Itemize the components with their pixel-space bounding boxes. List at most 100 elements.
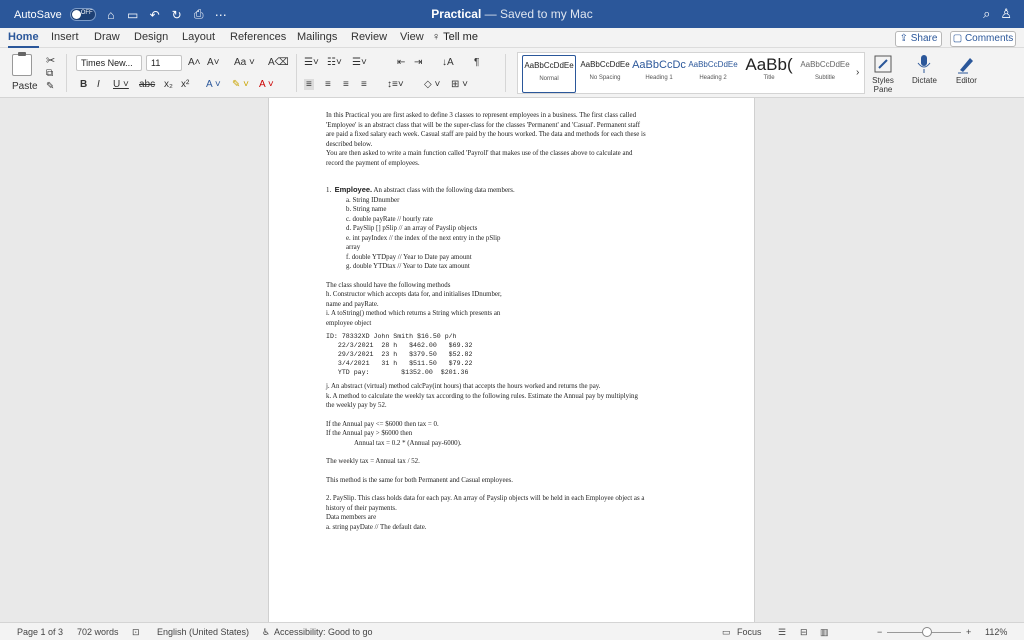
tab-design[interactable]: Design (134, 31, 168, 43)
sample-output: ID: 78332XD John Smith $16.50 p/h 22/3/2… (326, 333, 473, 376)
align-left-icon[interactable]: ≡ (304, 79, 314, 90)
home-icon[interactable]: ⌂ (104, 8, 118, 22)
styles-gallery: AaBbCcDdEe Normal AaBbCcDdEe No Spacing Aa… (517, 52, 865, 94)
tab-home[interactable]: Home (8, 31, 39, 48)
print-icon[interactable]: ⎙ (192, 7, 206, 22)
style-no-spacing[interactable]: AaBbCcDdEe No Spacing (578, 55, 632, 93)
focus-icon: ▭ (722, 627, 731, 637)
bullets-icon[interactable]: ☰˅ (304, 57, 319, 68)
decrease-indent-icon[interactable]: ⇤ (397, 57, 405, 68)
weekly-tax: The weekly tax = Annual tax / 52. (326, 458, 420, 465)
word-count[interactable]: 702 words (77, 627, 119, 637)
tab-layout[interactable]: Layout (182, 31, 215, 43)
increase-indent-icon[interactable]: ⇥ (414, 57, 422, 68)
cut-icon[interactable]: ✂ (46, 54, 55, 67)
language[interactable]: English (United States) (157, 627, 249, 637)
methods-intro: The class should have the following meth… (326, 281, 451, 289)
share-icon: ⇪ (899, 33, 911, 44)
numbering-icon[interactable]: ☷˅ (327, 57, 342, 68)
member-a: a. String IDnumber (346, 196, 400, 204)
zoom-in-icon[interactable]: + (966, 627, 971, 637)
zoom-slider-thumb[interactable] (922, 627, 932, 637)
tell-me-search[interactable]: ♀ Tell me (432, 31, 478, 43)
sort-icon[interactable]: ↓A (442, 57, 454, 68)
style-heading-1[interactable]: AaBbCcDc Heading 1 (632, 55, 686, 93)
tab-draw[interactable]: Draw (94, 31, 120, 43)
show-marks-icon[interactable]: ¶ (474, 57, 479, 68)
item-1-heading: 1. Employee. An abstract class with the … (326, 185, 515, 194)
text-effects-icon[interactable]: A ˅ (206, 79, 221, 90)
justify-icon[interactable]: ≡ (361, 79, 367, 90)
tab-mailings[interactable]: Mailings (297, 31, 337, 43)
style-subtitle[interactable]: AaBbCcDdEe Subtitle (798, 55, 852, 93)
item-2-member-a: a. string payDate // The default date. (326, 523, 427, 531)
search-icon[interactable]: ⌕ (983, 6, 990, 22)
save-icon[interactable]: ▭ (126, 8, 140, 22)
method-i-cont: employee object (326, 319, 372, 327)
font-name-select[interactable]: Times New... (76, 55, 142, 71)
style-title[interactable]: AaBb(Title (742, 55, 796, 93)
item-2-data-members: Data members are (326, 514, 377, 521)
format-painter-icon[interactable]: ✎ (46, 81, 54, 92)
style-heading-2[interactable]: AaBbCcDdEe Heading 2 (686, 55, 740, 93)
editor-button[interactable]: Editor (956, 54, 977, 85)
underline-icon[interactable]: U ˅ (113, 79, 129, 90)
member-b: b. String name (346, 206, 387, 213)
member-c: c. double payRate // hourly rate (346, 215, 433, 223)
proofing-icon[interactable]: ⊡ (132, 627, 140, 638)
dictate-button[interactable]: Dictate (912, 54, 937, 85)
status-bar: Page 1 of 3 702 words ⊡ English (United … (0, 622, 1024, 640)
document-body[interactable]: In this Practical you are first asked to… (326, 111, 646, 532)
more-icon[interactable]: ⋯ (214, 8, 228, 22)
styles-pane-button[interactable]: Styles Pane (870, 54, 896, 94)
undo-icon[interactable]: ↶ (148, 8, 162, 22)
focus-mode[interactable]: Focus (737, 627, 762, 637)
tab-references[interactable]: References (230, 31, 286, 43)
line-spacing-icon[interactable]: ↕≡˅ (387, 79, 404, 90)
italic-icon[interactable]: I (97, 79, 100, 90)
subscript-icon[interactable]: x₂ (164, 79, 173, 90)
page-count[interactable]: Page 1 of 3 (17, 627, 63, 637)
zoom-out-icon[interactable]: − (877, 627, 882, 637)
align-right-icon[interactable]: ≡ (343, 79, 349, 90)
font-size-select[interactable]: 11 (146, 55, 182, 71)
tab-view[interactable]: View (400, 31, 424, 43)
style-normal[interactable]: AaBbCcDdEe Normal (522, 55, 576, 93)
comments-button[interactable]: ▢ Comments (950, 31, 1016, 47)
share-button[interactable]: ⇪ Share (895, 31, 942, 47)
shrink-font-icon[interactable]: A˅ (207, 57, 220, 68)
redo-icon[interactable]: ↻ (170, 8, 184, 22)
shading-icon[interactable]: ◇ ˅ (424, 79, 440, 90)
read-mode-icon[interactable]: ▥ (820, 627, 829, 638)
styles-more-icon[interactable]: › (856, 67, 859, 78)
clear-format-icon[interactable]: A⌫ (268, 57, 289, 68)
ribbon: Paste ✂ ⧉ ✎ Times New... 11 A˄ A˅ Aa ˅ A… (0, 48, 1024, 98)
print-layout-icon[interactable]: ☰ (778, 627, 786, 638)
method-i: i. A toString() method which returns a S… (326, 310, 501, 317)
font-color-icon[interactable]: A ˅ (259, 79, 274, 90)
same-method-note: This method is the same for both Permane… (326, 476, 513, 484)
align-center-icon[interactable]: ≡ (325, 79, 331, 90)
member-e-cont: array (346, 244, 361, 251)
document-page[interactable]: In this Practical you are first asked to… (268, 98, 755, 622)
account-icon[interactable]: ♙ (1000, 6, 1012, 22)
tax-rule-1: If the Annual pay <= $6000 then tax = 0. (326, 420, 439, 428)
bold-icon[interactable]: B (80, 79, 87, 90)
tab-insert[interactable]: Insert (51, 31, 79, 43)
paste-label[interactable]: Paste (12, 81, 38, 92)
highlight-icon[interactable]: ✎ ˅ (232, 79, 249, 90)
web-layout-icon[interactable]: ⊟ (800, 627, 808, 638)
microphone-icon (918, 55, 931, 73)
multilevel-list-icon[interactable]: ☰˅ (352, 57, 367, 68)
borders-icon[interactable]: ⊞ ˅ (451, 79, 468, 90)
change-case-icon[interactable]: Aa ˅ (234, 57, 255, 68)
copy-icon[interactable]: ⧉ (46, 68, 53, 79)
strikethrough-icon[interactable]: abc (139, 79, 155, 90)
grow-font-icon[interactable]: A˄ (188, 57, 201, 68)
paste-icon[interactable] (12, 52, 32, 76)
zoom-level[interactable]: 112% (985, 627, 1007, 637)
superscript-icon[interactable]: x² (181, 79, 189, 90)
accessibility-status[interactable]: Accessibility: Good to go (274, 627, 373, 637)
tab-review[interactable]: Review (351, 31, 387, 43)
autosave-toggle[interactable]: OFF (69, 8, 96, 21)
